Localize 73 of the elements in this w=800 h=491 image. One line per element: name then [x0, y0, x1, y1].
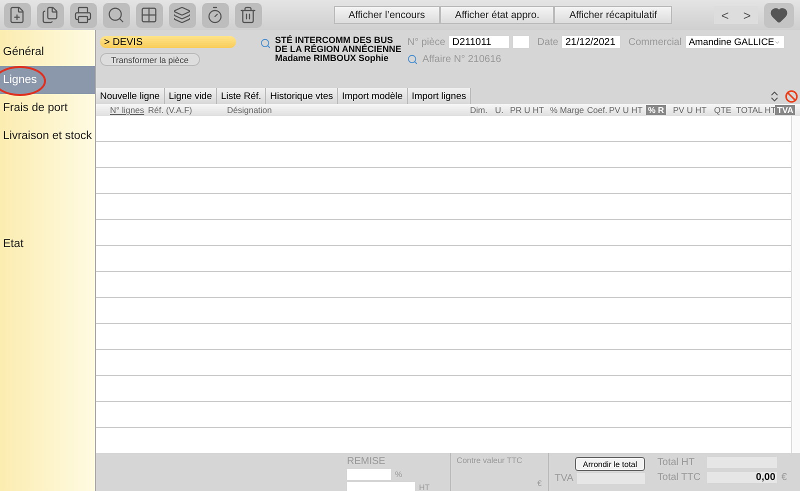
action-tab[interactable]: Nouvelle ligne	[96, 88, 165, 104]
column-header: TVA	[775, 105, 796, 115]
toolbar-button[interactable]	[168, 2, 196, 28]
sidebar-item[interactable]: Etat	[0, 230, 95, 258]
remise-label: REMISE	[347, 456, 386, 467]
column-header: N° lignes	[110, 105, 146, 115]
toolbar-button[interactable]	[4, 2, 31, 28]
remise-percent-field[interactable]	[347, 469, 391, 480]
sidebar-item[interactable]: Frais de port	[0, 94, 95, 122]
column-header: % Marge	[550, 105, 586, 115]
toolbar-button[interactable]	[234, 2, 262, 28]
toolbar-button[interactable]	[136, 2, 163, 28]
heart-icon	[770, 6, 788, 24]
toolbar-button[interactable]	[70, 2, 97, 28]
sidebar-item[interactable]: Général	[0, 38, 95, 66]
cancel-icon[interactable]	[785, 90, 798, 102]
tva-label: TVA	[554, 473, 574, 484]
round-total-button[interactable]: Arrondir le total	[574, 457, 646, 471]
printer-icon	[74, 6, 92, 24]
percent-label: %	[395, 470, 402, 479]
action-tab[interactable]: Historique vtes	[266, 88, 338, 104]
column-header: QTE	[714, 105, 732, 115]
documents-icon	[41, 6, 60, 24]
layers-icon	[173, 6, 192, 24]
piece-label: N° pièce	[407, 36, 446, 48]
favorite-button[interactable]	[764, 2, 794, 28]
action-tab[interactable]: Import lignes	[408, 88, 472, 104]
contre-valeur-label: Contre valeur TTC	[456, 456, 524, 465]
sidebar-item[interactable]: Livraison et stock	[0, 122, 95, 150]
toolbar-text-button[interactable]: Afficher état appro.	[440, 6, 554, 24]
column-header: % R	[646, 105, 666, 115]
scrollbar[interactable]	[791, 116, 800, 453]
search-icon	[107, 6, 126, 24]
column-header: Dim.	[470, 105, 488, 115]
toolbar-text-button[interactable]: Afficher l’encours	[334, 6, 440, 24]
action-tab[interactable]: Liste Réf.	[217, 88, 266, 104]
total-ht-label: Total HT	[657, 457, 696, 468]
toolbar-text-button[interactable]: Afficher récapitulatif	[554, 6, 672, 24]
column-header: U.	[495, 105, 504, 115]
new-document-icon	[8, 6, 26, 24]
total-ttc-value: 0,00	[707, 472, 778, 483]
client-name: DE LA RÉGION ANNÉCIENNE	[275, 45, 402, 54]
currency-label: €	[781, 472, 787, 483]
date-label: Date	[537, 36, 558, 48]
remise-ht-field[interactable]	[347, 482, 415, 491]
action-tab[interactable]: Ligne vide	[164, 88, 217, 104]
trash-icon	[239, 6, 258, 24]
toolbar-button[interactable]	[36, 2, 64, 28]
toolbar-button[interactable]	[202, 2, 229, 28]
ht-label: HT	[419, 483, 430, 491]
commercial-select[interactable]: Amandine GALLICE	[686, 36, 784, 48]
column-header: PV U HT	[609, 105, 644, 115]
commercial-label: Commercial	[628, 36, 682, 48]
column-header: Réf. (V.A.F)	[148, 105, 194, 115]
total-ttc-label: Total TTC	[657, 472, 702, 483]
date-field[interactable]: 21/12/2021	[562, 36, 620, 48]
piece-field[interactable]: D211011	[449, 36, 510, 48]
toolbar-button[interactable]	[102, 2, 130, 28]
column-header: Désignation	[227, 105, 273, 115]
client-name: STÉ INTERCOMM DES BUS	[275, 36, 394, 45]
column-header: TOTAL HT	[736, 105, 775, 115]
extra-field[interactable]	[513, 36, 530, 48]
client-name: Madame RIMBOUX Sophie	[275, 54, 390, 63]
euro-label: €	[537, 479, 542, 488]
grid-icon	[140, 6, 158, 24]
column-header: PV U HT	[673, 105, 708, 115]
document-type-label: > DEVIS	[100, 36, 236, 48]
column-header: PR U HT	[510, 105, 545, 115]
affaire-label: Affaire N° 210616	[422, 54, 502, 65]
timer-icon	[206, 6, 224, 24]
transform-button[interactable]: Transformer la pièce	[100, 53, 200, 66]
action-tab[interactable]: Import modèle	[338, 88, 408, 104]
column-header: Coef.	[587, 105, 608, 115]
